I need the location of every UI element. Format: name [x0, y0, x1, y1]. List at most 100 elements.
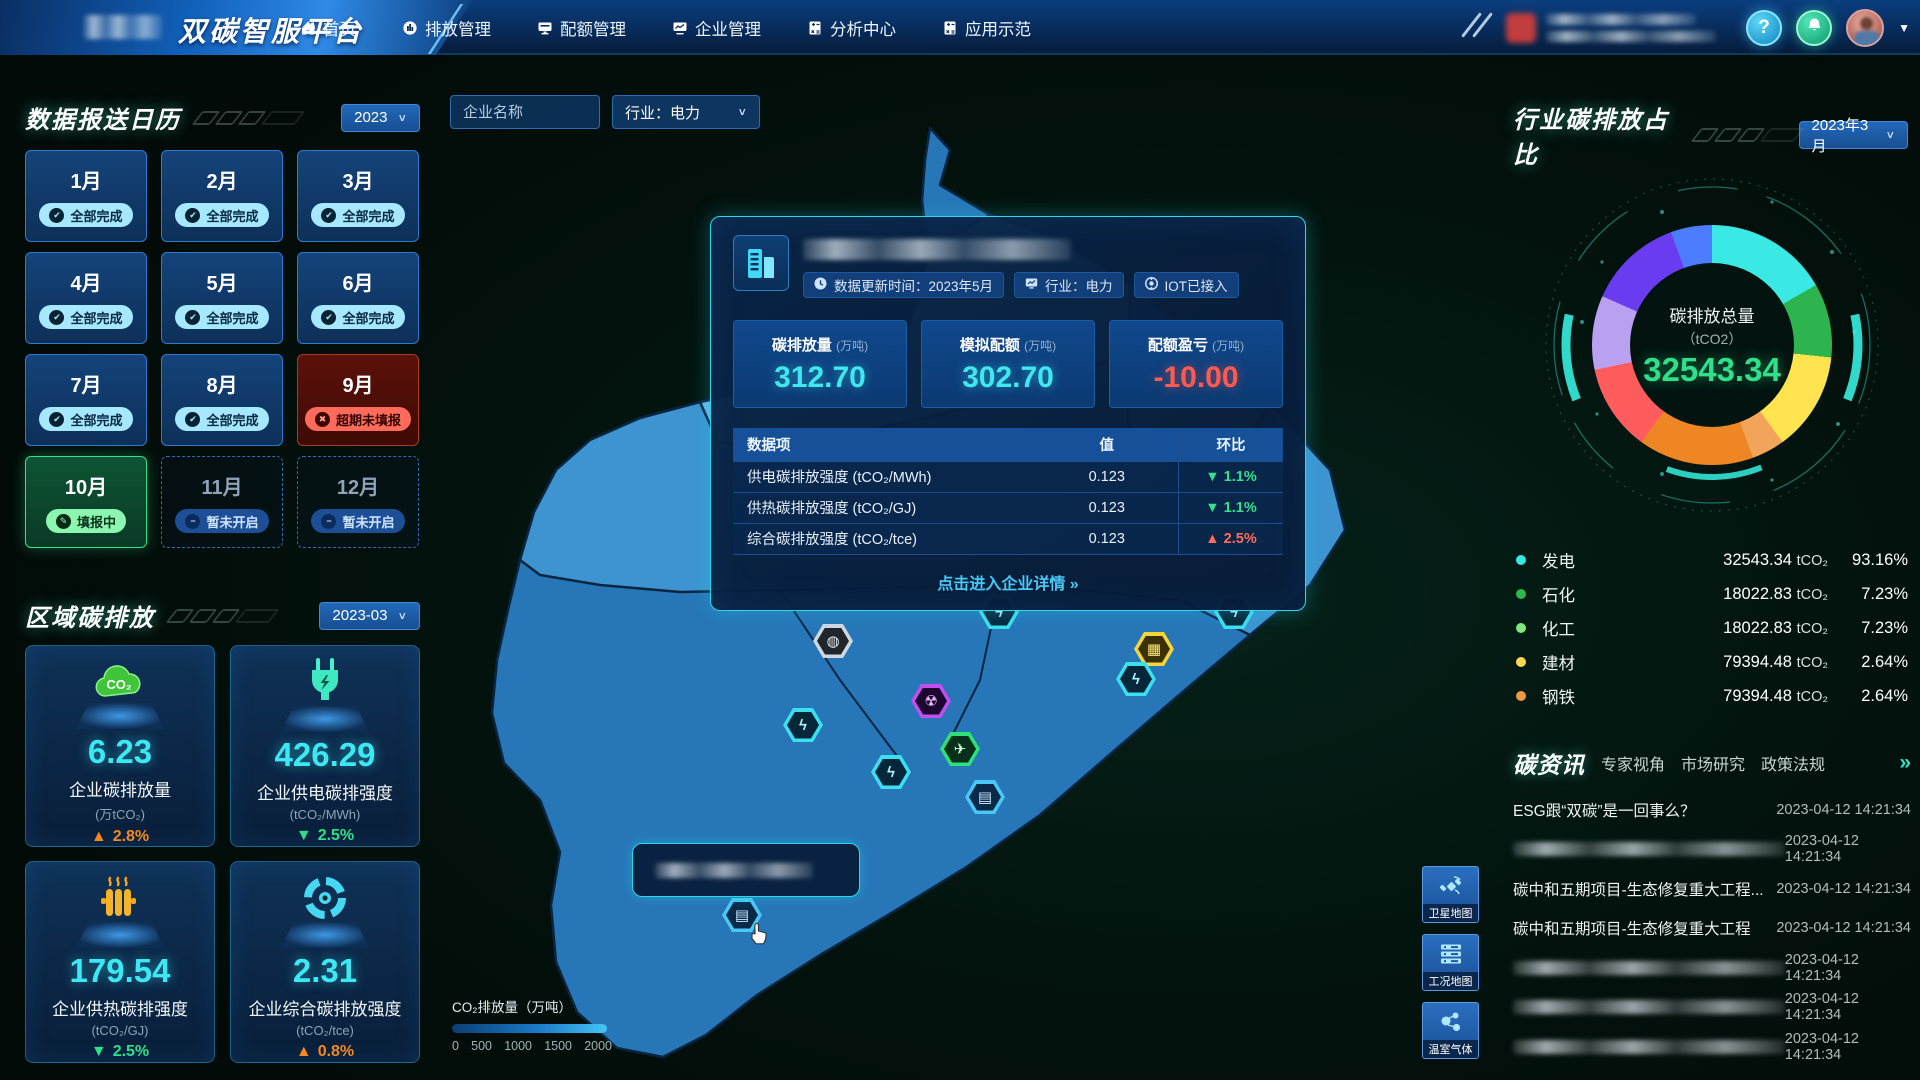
- chart-icon: [1025, 277, 1038, 293]
- month-card[interactable]: 9月 ✖ 超期未填报: [297, 354, 419, 446]
- legend-dot: [1516, 657, 1526, 667]
- balance-stat: 配额盈亏 (万吨) -10.00: [1109, 320, 1283, 408]
- month-status-badge: ✎ 填报中: [46, 509, 126, 533]
- region-section-header: 区域碳排放 2023-03 ∨: [25, 598, 420, 633]
- month-label: 5月: [206, 267, 237, 296]
- trend-indicator: ▲0.8%: [296, 1043, 354, 1061]
- user-avatar[interactable]: [1846, 9, 1884, 47]
- power-icon: ϟ: [875, 759, 907, 786]
- month-card[interactable]: 6月 ✔ 全部完成: [297, 252, 419, 344]
- industry-legend-row: 建材 79394.48 tCO₂ 2.64%: [1516, 645, 1908, 679]
- trend-up-icon: ▲: [91, 828, 107, 846]
- status-text: 暂未开启: [206, 512, 258, 531]
- redacted-text: [1513, 961, 1785, 975]
- table-row: 供热碳排放强度 (tCO₂/GJ) 0.123 ▼ 1.1%: [733, 492, 1283, 523]
- company-detail-link[interactable]: 点击进入企业详情 »: [733, 570, 1283, 594]
- tick-label: 1500: [544, 1039, 572, 1053]
- month-card[interactable]: 10月 ✎ 填报中: [25, 456, 147, 548]
- month-grid: 1月 ✔ 全部完成 2月 ✔ 全部完成 3月 ✔ 全部完成: [25, 150, 419, 548]
- month-card[interactable]: 2月 ✔ 全部完成: [161, 150, 283, 242]
- calendar-year-select[interactable]: 2023 ∨: [341, 104, 420, 132]
- status-text: 全部完成: [342, 308, 394, 327]
- status-icon: ✔: [185, 310, 200, 325]
- tick-label: 500: [471, 1039, 492, 1053]
- status-icon: ✎: [56, 514, 71, 529]
- month-card[interactable]: 3月 ✔ 全部完成: [297, 150, 419, 242]
- trend-down-icon: ▼: [91, 1043, 107, 1061]
- satellite-map-button[interactable]: 卫星地图: [1422, 866, 1479, 923]
- industry-legend-row: 化工 18022.83 tCO₂ 7.23%: [1516, 611, 1908, 645]
- legend-ticks: 0500100015002000: [452, 1039, 612, 1053]
- industry-legend: 发电 32543.34 tCO₂ 93.16% 石化 18022.83 tCO₂…: [1516, 543, 1908, 713]
- status-text: 全部完成: [342, 206, 394, 225]
- industry-icon: ◍: [817, 628, 849, 655]
- news-tab[interactable]: 市场研究: [1681, 751, 1745, 775]
- popup-data-table: 数据项 值 环比 供电碳排放强度 (tCO₂/MWh) 0.123 ▼ 1.1%…: [733, 428, 1283, 555]
- news-tab[interactable]: 专家视角: [1601, 751, 1665, 775]
- nav-item-demo[interactable]: 应用示范: [942, 16, 1031, 40]
- month-status-badge: − 暂未开启: [175, 509, 268, 533]
- quota-stat: 模拟配额 (万吨) 302.70: [921, 320, 1095, 408]
- news-item[interactable]: 2023-04-12 14:21:34: [1513, 830, 1911, 870]
- month-card[interactable]: 12月 − 暂未开启: [297, 456, 419, 548]
- month-label: 4月: [70, 267, 101, 296]
- news-item[interactable]: 2023-04-12 14:21:34: [1513, 988, 1911, 1028]
- industry-chart-title: 行业碳排放占比: [1513, 100, 1680, 170]
- news-more-link[interactable]: »: [1899, 751, 1911, 775]
- news-item[interactable]: 2023-04-12 14:21:34: [1513, 1027, 1911, 1067]
- stat-card-composite-intensity: 2.31 企业综合碳排放强度 (tCO₂/tce) ▲0.8%: [230, 861, 420, 1063]
- chevron-down-icon: ∨: [397, 111, 407, 124]
- legend-dot: [1516, 555, 1526, 565]
- table-body: 供电碳排放强度 (tCO₂/MWh) 0.123 ▼ 1.1% 供热碳排放强度 …: [733, 461, 1283, 554]
- news-item[interactable]: ESG跟“双碳”是一回事么？ 2023-04-12 14:21:34: [1513, 790, 1911, 830]
- month-label: 9月: [342, 369, 373, 398]
- news-item[interactable]: 2023-04-12 14:21:34: [1513, 948, 1911, 988]
- news-item[interactable]: 碳中和五期项目-生态修复重大工程 2023-04-12 14:21:34: [1513, 909, 1911, 949]
- nav-item-quota[interactable]: 配额管理: [537, 16, 626, 40]
- region-period-select[interactable]: 2023-03 ∨: [319, 602, 420, 630]
- slash-decoration: [171, 609, 274, 623]
- redacted-company-name: [803, 239, 1071, 260]
- storage-icon: ▦: [1138, 636, 1170, 663]
- nav-item-analysis[interactable]: 分析中心: [807, 16, 896, 40]
- month-card[interactable]: 8月 ✔ 全部完成: [161, 354, 283, 446]
- slash-decoration: [1696, 128, 1799, 142]
- month-status-badge: ✔ 全部完成: [311, 305, 404, 329]
- nav-item-enterprise[interactable]: 企业管理: [672, 16, 761, 40]
- month-card[interactable]: 4月 ✔ 全部完成: [25, 252, 147, 344]
- redacted-org-logo: [1506, 13, 1536, 43]
- table-row: 综合碳排放强度 (tCO₂/tce) 0.123 ▲ 2.5%: [733, 523, 1283, 554]
- news-title: 碳资讯: [1513, 746, 1585, 780]
- satellite-icon: [1423, 867, 1478, 904]
- slash-decoration: [197, 111, 300, 125]
- news-list: ESG跟“双碳”是一回事么？ 2023-04-12 14:21:34 2023-…: [1513, 790, 1911, 1067]
- greenhouse-gas-button[interactable]: 温室气体: [1422, 1002, 1479, 1059]
- nav-item-home[interactable]: 首页: [300, 16, 356, 40]
- status-icon: ✔: [321, 208, 336, 223]
- news-tab[interactable]: 政策法规: [1761, 751, 1825, 775]
- question-icon: ?: [1758, 17, 1770, 39]
- industry-period-select[interactable]: 2023年3月 ∨: [1799, 121, 1908, 149]
- month-card[interactable]: 7月 ✔ 全部完成: [25, 354, 147, 446]
- month-status-badge: ✔ 全部完成: [175, 305, 268, 329]
- tick-label: 0: [452, 1039, 459, 1053]
- map-tooltip: [632, 843, 860, 897]
- month-card[interactable]: 1月 ✔ 全部完成: [25, 150, 147, 242]
- month-status-badge: ✔ 全部完成: [311, 203, 404, 227]
- redacted-text: [1546, 14, 1696, 25]
- hand-cursor: [748, 922, 770, 951]
- notifications-button[interactable]: [1796, 10, 1832, 46]
- chevron-down-icon[interactable]: ▼: [1898, 21, 1910, 35]
- month-label: 11月: [201, 471, 242, 500]
- month-card[interactable]: 11月 − 暂未开启: [161, 456, 283, 548]
- news-item[interactable]: 碳中和五期项目-生态修复重大工程... 2023-04-12 14:21:34: [1513, 869, 1911, 909]
- gradient-bar: [452, 1024, 607, 1033]
- operating-map-button[interactable]: 工况地图: [1422, 934, 1479, 991]
- help-button[interactable]: ?: [1746, 10, 1782, 46]
- nav-item-emission[interactable]: 排放管理: [402, 16, 491, 40]
- calendar-section-header: 数据报送日历 2023 ∨: [25, 100, 420, 135]
- status-text: 全部完成: [206, 206, 258, 225]
- topbar-right: ? ▼: [1470, 0, 1910, 55]
- month-card[interactable]: 5月 ✔ 全部完成: [161, 252, 283, 344]
- trend-arrow-icon: ▲: [1205, 531, 1219, 547]
